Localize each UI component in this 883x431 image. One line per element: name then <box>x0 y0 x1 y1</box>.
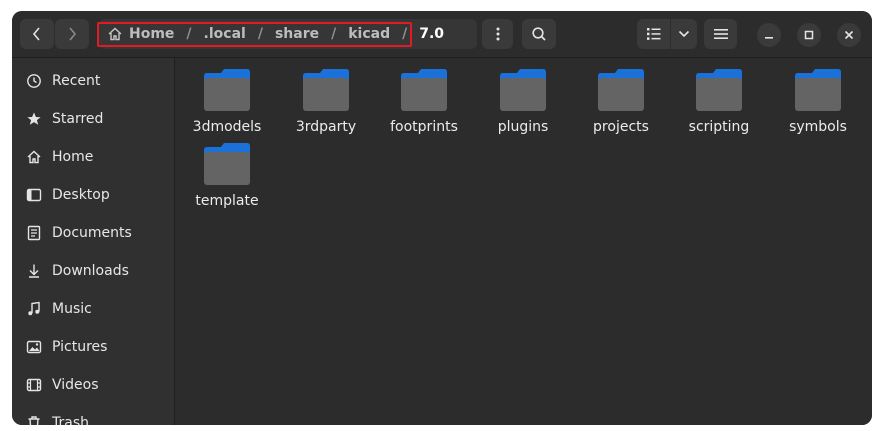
breadcrumb-separator: / <box>331 26 337 42</box>
breadcrumb-separator: / <box>186 26 192 42</box>
hamburger-menu-icon <box>713 29 728 39</box>
sidebar-item-documents[interactable]: Documents <box>12 216 174 250</box>
folder-item[interactable]: template <box>178 141 276 213</box>
folder-name: 3dmodels <box>192 119 262 135</box>
sidebar-item-label: Recent <box>52 73 101 89</box>
folder-icon <box>598 69 644 111</box>
folder-icon <box>500 69 546 111</box>
sidebar-item-label: Starred <box>52 111 104 127</box>
close-icon <box>844 30 854 40</box>
sidebar-item-videos[interactable]: Videos <box>12 368 174 402</box>
maximize-icon <box>804 30 814 40</box>
sidebar-item-label: Music <box>52 301 92 317</box>
folder-name: plugins <box>497 119 549 135</box>
maximize-button[interactable] <box>797 23 821 47</box>
search-button[interactable] <box>522 19 556 49</box>
breadcrumb: Home / .local / share / kicad / 7.0 <box>99 19 477 49</box>
folder-name: scripting <box>688 119 750 135</box>
breadcrumb-current[interactable]: 7.0 <box>419 26 444 42</box>
view-options-button[interactable] <box>671 19 697 49</box>
folder-item[interactable]: 3rdparty <box>277 67 375 139</box>
sidebar-item-label: Documents <box>52 225 132 241</box>
folder-icon <box>696 69 742 111</box>
file-manager-window: Home / .local / share / kicad / 7.0 Rece… <box>12 11 872 425</box>
breadcrumb-separator: / <box>257 26 263 42</box>
folder-item[interactable]: projects <box>572 67 670 139</box>
vertical-dots-icon <box>496 27 499 41</box>
sidebar-item-desktop[interactable]: Desktop <box>12 178 174 212</box>
breadcrumb-kicad[interactable]: kicad <box>348 26 390 42</box>
sidebar: Recent Starred Home Desktop Documents Do… <box>12 58 175 425</box>
home-icon <box>26 149 42 165</box>
view-list-button[interactable] <box>637 19 670 49</box>
download-icon <box>26 263 42 279</box>
star-icon <box>26 111 42 127</box>
breadcrumb-label-home: Home <box>129 26 175 42</box>
folder-item[interactable]: plugins <box>474 67 572 139</box>
chevron-down-icon <box>678 30 690 38</box>
sidebar-item-pictures[interactable]: Pictures <box>12 330 174 364</box>
sidebar-item-recent[interactable]: Recent <box>12 64 174 98</box>
folder-name: symbols <box>789 119 847 135</box>
folder-name: template <box>195 193 259 209</box>
sidebar-item-downloads[interactable]: Downloads <box>12 254 174 288</box>
folder-icon <box>795 69 841 111</box>
folder-item[interactable]: scripting <box>670 67 768 139</box>
desktop-icon <box>26 187 42 203</box>
music-icon <box>26 301 42 317</box>
search-icon <box>532 27 546 41</box>
sidebar-item-home[interactable]: Home <box>12 140 174 174</box>
sidebar-item-label: Pictures <box>52 339 108 355</box>
header-bar: Home / .local / share / kicad / 7.0 <box>12 11 872 58</box>
folder-item[interactable]: symbols <box>769 67 867 139</box>
main-menu-button[interactable] <box>704 19 737 49</box>
home-icon <box>108 27 122 41</box>
back-button[interactable] <box>20 19 54 49</box>
close-button[interactable] <box>837 23 861 47</box>
sidebar-item-label: Home <box>52 149 94 165</box>
folder-item[interactable]: 3dmodels <box>178 67 276 139</box>
sidebar-item-music[interactable]: Music <box>12 292 174 326</box>
folder-name: footprints <box>390 119 458 135</box>
list-view-icon <box>646 28 660 40</box>
picture-icon <box>26 339 42 355</box>
file-view: 3dmodels 3rdparty footprints plugins pro… <box>175 58 872 425</box>
breadcrumb-local[interactable]: .local <box>204 26 246 42</box>
folder-icon <box>303 69 349 111</box>
folder-name: projects <box>593 119 649 135</box>
folder-icon <box>401 69 447 111</box>
video-icon <box>26 377 42 393</box>
forward-button[interactable] <box>55 19 89 49</box>
sidebar-item-label: Trash <box>52 415 89 425</box>
minimize-button[interactable] <box>757 23 781 47</box>
document-icon <box>26 225 42 241</box>
folder-item[interactable]: footprints <box>375 67 473 139</box>
folder-icon <box>204 69 250 111</box>
breadcrumb-share[interactable]: share <box>275 26 319 42</box>
sidebar-item-label: Downloads <box>52 263 129 279</box>
folder-name: 3rdparty <box>295 119 357 135</box>
breadcrumb-home[interactable]: Home <box>107 26 174 42</box>
chevron-left-icon <box>32 27 40 41</box>
chevron-right-icon <box>69 27 77 41</box>
clock-icon <box>26 73 42 89</box>
sidebar-item-label: Videos <box>52 377 99 393</box>
breadcrumb-separator: / <box>402 26 408 42</box>
sidebar-item-trash[interactable]: Trash <box>12 406 174 425</box>
minimize-icon <box>765 37 773 39</box>
trash-icon <box>26 415 42 425</box>
path-menu-button[interactable] <box>482 19 513 49</box>
sidebar-item-label: Desktop <box>52 187 110 203</box>
sidebar-item-starred[interactable]: Starred <box>12 102 174 136</box>
folder-icon <box>204 143 250 185</box>
